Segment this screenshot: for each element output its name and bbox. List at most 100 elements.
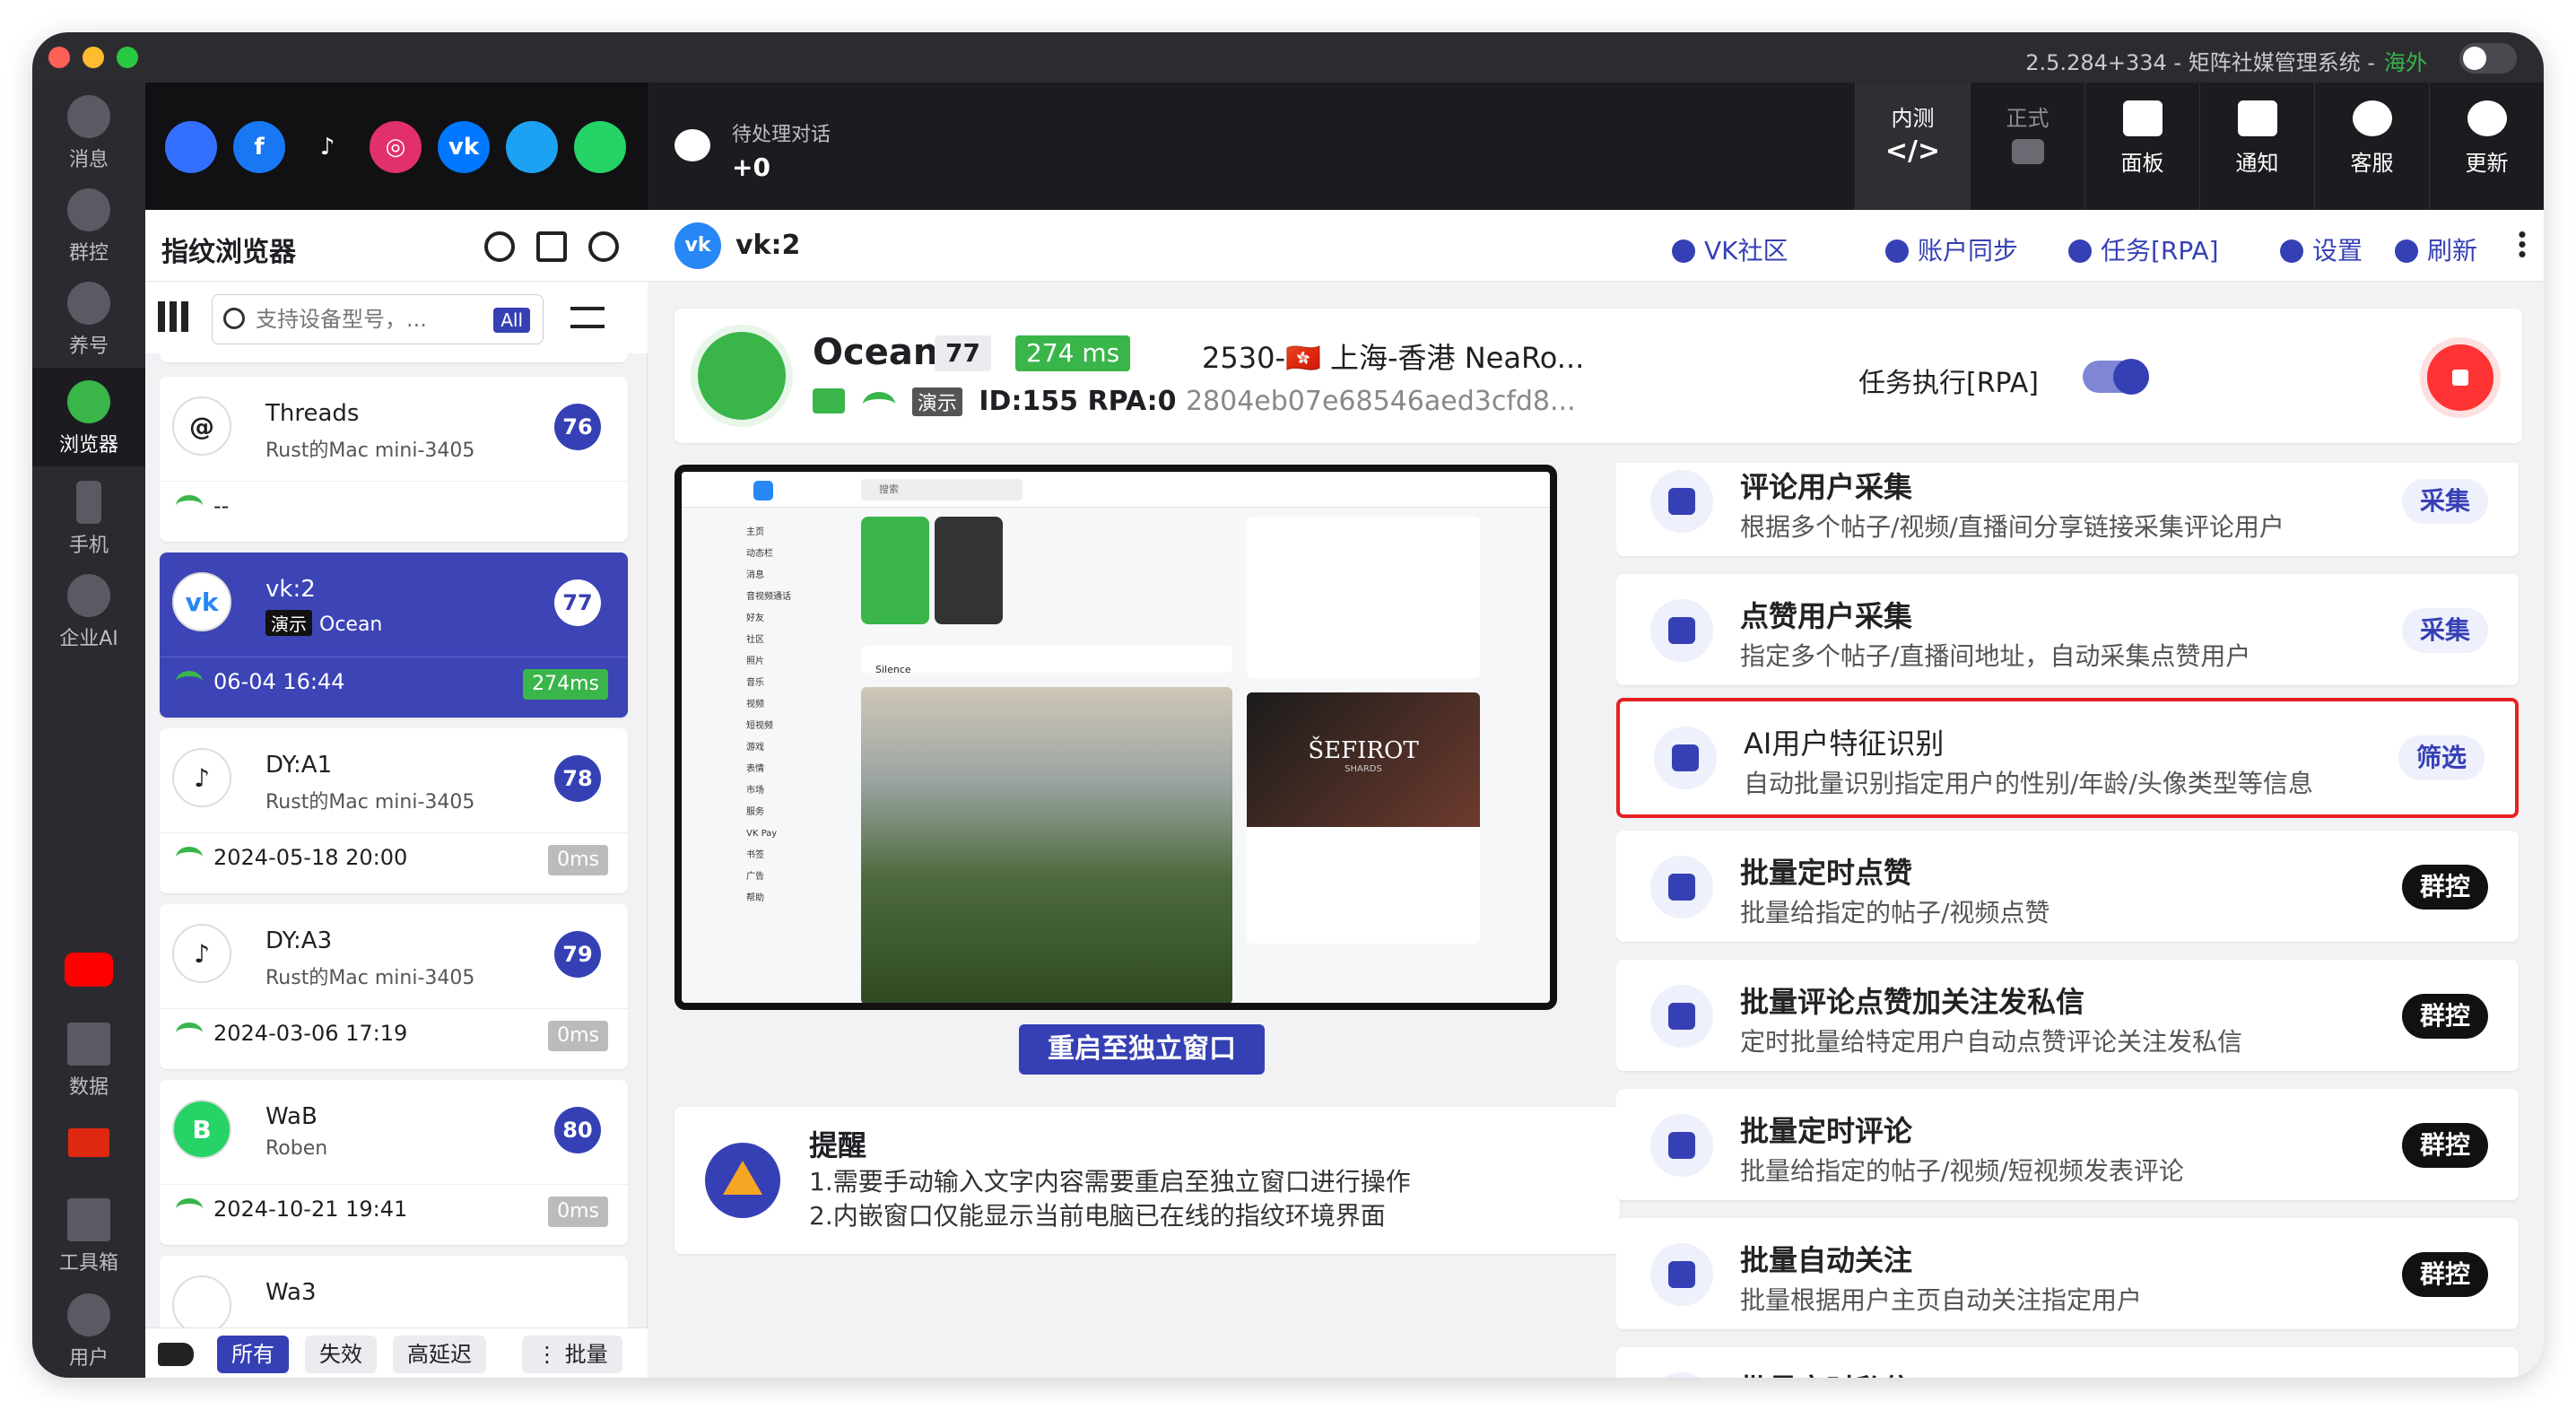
device-search-input[interactable] (256, 304, 480, 335)
grid-icon[interactable] (158, 301, 188, 332)
rail-item-toolbox[interactable]: 工具箱 (32, 1186, 145, 1279)
megaphone-icon (2237, 100, 2277, 136)
rail-item-user[interactable]: 用户 (32, 1281, 145, 1374)
latency-badge: 0ms (548, 845, 608, 875)
task-batch-scheduled-message[interactable]: 批量定时私信 群控 (1616, 1347, 2519, 1378)
facebook-icon[interactable]: f (233, 121, 285, 173)
profile-details: 演示 ID:155 RPA:0 2804eb07e68546aed3cfd8..… (813, 386, 1576, 417)
list-item-selected[interactable]: vk vk:2 演示 Ocean 77 06-04 16:44 274ms (160, 553, 628, 718)
task-comment-user-collect[interactable]: 评论用户采集 根据多个帖子/视频/直播间分享链接采集评论用户 采集 (1616, 463, 2519, 556)
add-icon[interactable] (536, 231, 567, 262)
preview-nav-item: 书签 (746, 850, 764, 860)
support-button[interactable]: 客服 (2314, 83, 2429, 210)
panel-button[interactable]: 面板 (2084, 83, 2199, 210)
group-control-button[interactable]: 群控 (2401, 865, 2488, 910)
update-button[interactable]: 更新 (2429, 83, 2544, 210)
pending-conversations[interactable]: 待处理对话 +0 (732, 118, 831, 182)
rail-item-youtube[interactable] (32, 935, 145, 1010)
phone-icon (76, 481, 101, 524)
refresh-icon[interactable] (484, 231, 515, 262)
panel-header: 指纹浏览器 (145, 210, 648, 282)
task-batch-scheduled-like[interactable]: 批量定时点赞 批量给指定的帖子/视频点赞 群控 (1616, 831, 2519, 942)
gender-icon (1654, 727, 1717, 789)
list-item[interactable]: ♪ DY:A3 Rust的Mac mini-3405 79 2024-03-06… (160, 904, 628, 1069)
search-scope-badge[interactable]: All (493, 308, 530, 333)
collect-button[interactable]: 采集 (2401, 479, 2488, 524)
toolbox-icon (67, 1198, 110, 1241)
twitter-icon[interactable] (506, 121, 558, 173)
rail-item-nurture[interactable]: 养号 (32, 269, 145, 362)
sort-icon[interactable] (570, 307, 605, 328)
task-batch-comment-like-follow-message[interactable]: 批量评论点赞加关注发私信 定时批量给特定用户自动点赞评论关注发私信 群控 (1616, 960, 2519, 1071)
theme-toggle[interactable] (2459, 43, 2517, 74)
notification-button[interactable]: 通知 (2199, 83, 2314, 210)
task-like-user-collect[interactable]: 点赞用户采集 指定多个帖子/直播间地址，自动采集点赞用户 采集 (1616, 574, 2519, 685)
preview-nav-item: 市场 (746, 786, 764, 796)
account-sync-link[interactable]: 账户同步 (1885, 231, 2018, 267)
rail-item-language[interactable] (32, 1105, 145, 1180)
search-icon (223, 308, 245, 329)
demo-tag: 演示 (911, 387, 962, 416)
preview-game-ad: ŠEFIROT SHARDS (1247, 692, 1480, 944)
task-rpa-link[interactable]: 任务[RPA] (2068, 231, 2219, 267)
filter-button[interactable]: 筛选 (2398, 735, 2485, 780)
group-control-button[interactable]: 群控 (2401, 1252, 2488, 1297)
preview-search: 搜索 (861, 479, 1023, 500)
list-item[interactable]: @ Threads Rust的Mac mini-3405 76 -- (160, 377, 628, 542)
restart-standalone-button[interactable]: 重启至独立窗口 (1019, 1024, 1265, 1075)
vk-community-link[interactable]: VK社区 (1672, 231, 1788, 267)
network-icon (813, 388, 845, 413)
filter-invalid-button[interactable]: 失效 (305, 1336, 377, 1373)
rail-item-phone[interactable]: 手机 (32, 468, 145, 561)
preview-nav-item: 服务 (746, 807, 764, 817)
filter-all-button[interactable]: 所有 (217, 1336, 289, 1373)
rpa-label: 任务执行[RPA] (1858, 368, 2039, 399)
rail-item-browser[interactable]: 浏览器 (32, 368, 145, 466)
settings-link[interactable]: 设置 (2280, 231, 2363, 267)
rail-item-data[interactable]: 数据 (32, 1010, 145, 1103)
list-item[interactable]: Wa3 (160, 1256, 628, 1327)
list-item[interactable] (160, 353, 628, 362)
sync-icon (1885, 239, 1909, 263)
rpa-toggle[interactable] (2083, 359, 2149, 395)
lark-icon[interactable] (165, 121, 217, 173)
rail-item-enterprise-ai[interactable]: 企业AI (32, 561, 145, 655)
rail-item-messages[interactable]: 消息 (32, 83, 145, 176)
profile-score: 77 (935, 335, 991, 371)
embedded-browser-preview[interactable]: 搜索 主页 动态栏 消息 音视频通话 好友 社区 照片 音乐 视频 短视频 游戏 表情 市场 服务 VK P… (674, 465, 1557, 1010)
proxy-location: 2530-🇭🇰 上海-香港 NeaRo... (1202, 341, 1585, 375)
task-ai-user-feature-recognition[interactable]: AI用户特征识别 自动批量识别指定用户的性别/年龄/头像类型等信息 筛选 (1616, 698, 2519, 818)
release-channel-button[interactable]: 正式 (1970, 83, 2084, 210)
speech-icon (1650, 1114, 1713, 1177)
whatsapp-icon[interactable] (574, 121, 626, 173)
rail-item-group-control[interactable]: 群控 (32, 176, 145, 269)
more-icon[interactable] (2519, 230, 2526, 258)
task-batch-scheduled-comment[interactable]: 批量定时评论 批量给指定的帖子/视频/短视频发表评论 群控 (1616, 1089, 2519, 1200)
minimize-window-button[interactable] (83, 47, 104, 68)
group-control-button[interactable]: 群控 (2401, 994, 2488, 1039)
youtube-icon (65, 953, 113, 987)
group-control-button[interactable]: 群控 (2401, 1123, 2488, 1168)
preview-nav-item: VK Pay (746, 829, 778, 839)
latency-badge: 274ms (523, 669, 608, 700)
page-title: vk:2 (735, 230, 801, 261)
close-window-button[interactable] (48, 47, 70, 68)
batch-button[interactable]: ⋮ 批量 (522, 1336, 622, 1373)
vk-icon[interactable]: vk (438, 121, 490, 173)
filter-high-latency-button[interactable]: 高延迟 (393, 1336, 486, 1373)
tag-icon[interactable] (158, 1343, 194, 1366)
beta-channel-button[interactable]: 内测 </> (1855, 83, 1970, 210)
list-item[interactable]: B WaB Roben 80 2024-10-21 19:41 0ms (160, 1080, 628, 1245)
task-batch-auto-follow[interactable]: 批量自动关注 批量根据用户主页自动关注指定用户 群控 (1616, 1218, 2519, 1329)
refresh-link[interactable]: 刷新 (2395, 231, 2477, 267)
instagram-icon[interactable]: ◎ (370, 121, 422, 173)
zoom-window-button[interactable] (117, 47, 138, 68)
info-icon[interactable] (588, 231, 619, 262)
list-item[interactable]: ♪ DY:A1 Rust的Mac mini-3405 78 2024-05-18… (160, 728, 628, 893)
add-user-icon (1650, 1243, 1713, 1306)
tiktok-icon[interactable]: ♪ (301, 121, 353, 173)
collect-button[interactable]: 采集 (2401, 608, 2488, 653)
update-icon (2467, 100, 2507, 136)
stop-button[interactable] (2420, 337, 2501, 418)
wifi-icon (863, 392, 896, 417)
